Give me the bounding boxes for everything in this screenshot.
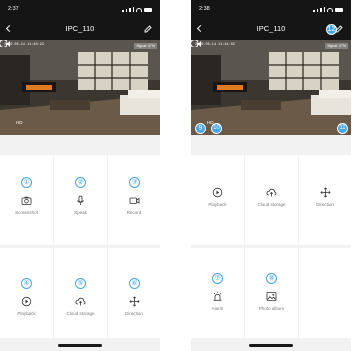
alarm-button[interactable]: ⑦ Alarm [191, 248, 244, 338]
direction-button[interactable]: ⑥ Direction [108, 248, 160, 338]
speak-label: Speak [74, 210, 87, 215]
record-icon [129, 197, 140, 204]
wifi-icon [136, 8, 142, 12]
status-icons [122, 6, 152, 12]
callout-9: 9 [195, 123, 206, 134]
battery-icon [144, 8, 152, 12]
callout-4: ④ [21, 278, 32, 289]
speak-button[interactable]: ② Speak [54, 155, 107, 245]
cloud-storage-label: Cloud storage [66, 311, 95, 316]
cloud-storage-label: Cloud storage [257, 202, 286, 207]
phone-screen-right: 2:38 IPC_110 12 2020-05-14 11:41:02 Sign… [191, 0, 351, 351]
playback-button[interactable]: Playback [191, 155, 244, 245]
callout-3: ③ [129, 177, 140, 188]
screenshot-label: Screenshot [15, 210, 38, 215]
fullscreen-icon[interactable] [0, 40, 7, 47]
callout-7: ⑦ [212, 273, 223, 284]
function-grid: ① Screenshot ② Speak ③ Record ④ Playback… [0, 155, 160, 338]
alarm-icon [213, 291, 222, 301]
callout-1: ① [21, 177, 32, 188]
cloud-storage-button[interactable]: Cloud storage [245, 155, 298, 245]
callout-6: ⑥ [129, 278, 140, 289]
record-label: Record [126, 210, 142, 215]
phone-screen-left: 2:37 IPC_110 2020-05-14 11:40:23 Signal:… [0, 0, 160, 351]
top-bar: 2:37 IPC_110 [0, 0, 160, 40]
playback-icon [21, 296, 32, 307]
cloud-icon [75, 297, 86, 306]
camera-live-view[interactable]: 2020-05-14 11:41:02 Signal: 47% HD 9 10 … [191, 40, 351, 135]
status-icons [313, 6, 343, 12]
direction-icon [129, 296, 140, 307]
alarm-label: Alarm [211, 306, 224, 311]
callout-5: ⑤ [75, 278, 86, 289]
playback-icon [212, 187, 223, 198]
edit-icon[interactable] [334, 24, 344, 34]
signal-indicator: Signal: 47% [325, 43, 348, 49]
callout-10: 10 [211, 123, 222, 134]
photo-album-label: Photo album [258, 306, 285, 311]
direction-icon [320, 187, 331, 198]
empty-cell [299, 248, 351, 338]
page-title: IPC_110 [65, 24, 95, 33]
photo-album-button[interactable]: ⑧ Photo album [245, 248, 298, 338]
direction-label: Direction [125, 311, 143, 316]
cloud-storage-button[interactable]: ⑤ Cloud storage [54, 248, 107, 338]
screenshot-button[interactable]: ① Screenshot [0, 155, 53, 245]
playback-button[interactable]: ④ Playback [0, 248, 53, 338]
playback-label: Playback [17, 311, 36, 316]
playback-label: Playback [208, 202, 227, 207]
edit-icon[interactable] [143, 24, 153, 34]
function-grid: Playback Cloud storage Direction ⑦ Alarm… [191, 155, 351, 338]
photo-album-icon [266, 292, 277, 301]
record-button[interactable]: ③ Record [108, 155, 160, 245]
callout-2: ② [75, 177, 86, 188]
fullscreen-icon[interactable] [191, 40, 198, 47]
camera-live-view[interactable]: 2020-05-14 11:40:23 Signal: 47% HD [0, 40, 160, 135]
direction-label: Direction [316, 202, 334, 207]
status-time: 2:38 [199, 6, 210, 12]
callout-11: 11 [337, 123, 348, 134]
home-indicator [58, 344, 102, 347]
status-time: 2:37 [8, 6, 19, 12]
wifi-icon [327, 8, 333, 12]
hd-toggle[interactable]: HD [16, 120, 23, 125]
top-bar: 2:38 IPC_110 12 [191, 0, 351, 40]
battery-icon [335, 8, 343, 12]
callout-8: ⑧ [266, 273, 277, 284]
home-indicator [249, 344, 293, 347]
camera-icon [21, 196, 32, 205]
cloud-icon [266, 188, 277, 197]
signal-indicator: Signal: 47% [134, 43, 157, 49]
direction-button[interactable]: Direction [299, 155, 351, 245]
microphone-icon [77, 195, 84, 205]
